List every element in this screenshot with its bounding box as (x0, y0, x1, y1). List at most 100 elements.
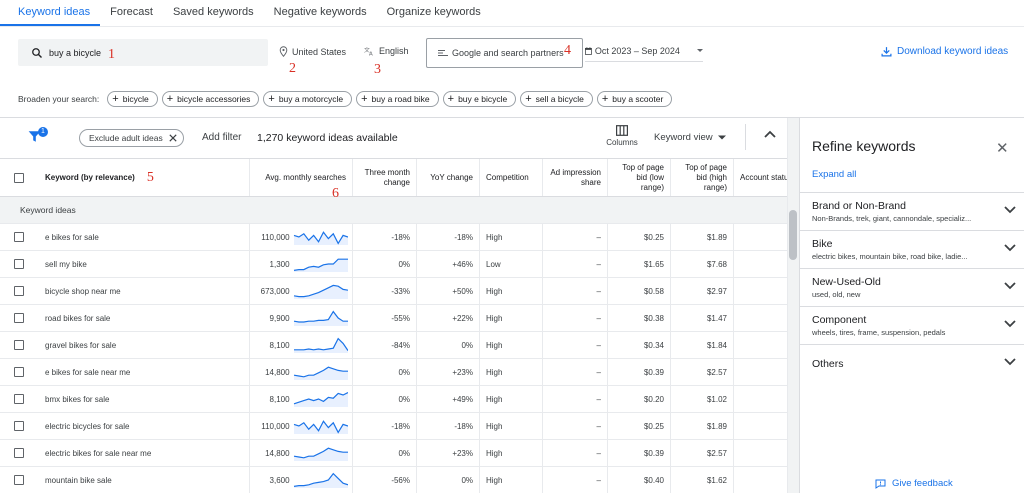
table-row[interactable]: e bikes for sale 110,000 -18% -18% High – $0.2… (0, 224, 787, 251)
competition-cell: High (480, 413, 543, 439)
refine-item-name: Bike (812, 238, 833, 250)
bid-high-value: $2.97 (706, 286, 727, 296)
keyword-value: electric bikes for sale near me (45, 448, 152, 458)
header-competition[interactable]: Competition (480, 159, 543, 196)
table-row[interactable]: mountain bike sale 3,600 -56% 0% High – $0.40 $… (0, 467, 787, 493)
broaden-chip[interactable]: + bicycle accessories (161, 91, 260, 107)
chevron-down-icon[interactable] (1004, 358, 1016, 366)
row-checkbox-cell[interactable] (0, 332, 37, 358)
broaden-chip[interactable]: + sell a bicycle (520, 91, 593, 107)
table-row[interactable]: gravel bikes for sale 8,100 -84% 0% High – $0.… (0, 332, 787, 359)
table-row[interactable]: road bikes for sale 9,900 -55% +22% High – $0.… (0, 305, 787, 332)
chip-label: bicycle accessories (177, 94, 251, 104)
row-checkbox-cell[interactable] (0, 359, 37, 385)
feedback-icon (875, 479, 886, 489)
network-selector[interactable]: Google and search partners (426, 38, 583, 68)
download-keyword-ideas-link[interactable]: Download keyword ideas (881, 46, 1008, 57)
close-icon[interactable] (169, 134, 177, 142)
broaden-chip[interactable]: + bicycle (107, 91, 158, 107)
competition-cell: High (480, 305, 543, 331)
chevron-down-icon[interactable] (1004, 206, 1016, 214)
row-checkbox[interactable] (13, 286, 24, 296)
header-ad-impression-share[interactable]: Ad impression share (543, 159, 608, 196)
row-checkbox-cell[interactable] (0, 251, 37, 277)
keyword-view-dropdown[interactable]: Keyword view (654, 132, 726, 143)
row-checkbox[interactable] (13, 313, 24, 323)
keyword-value: e bikes for sale (45, 232, 99, 242)
chevron-down-icon[interactable] (1004, 282, 1016, 290)
table-row[interactable]: electric bicycles for sale 110,000 -18% -18… (0, 413, 787, 440)
avg-searches-cell: 110,000 (250, 413, 353, 439)
refine-item[interactable]: New-Used-Old used, old, new (800, 268, 1024, 306)
close-icon[interactable]: ✕ (996, 139, 1009, 157)
header-bid-low[interactable]: Top of page bid (low range) (608, 159, 671, 196)
broaden-chip[interactable]: + buy e bicycle (442, 91, 517, 107)
table-row[interactable]: e bikes for sale near me 14,800 0% +23% High… (0, 359, 787, 386)
table-row[interactable]: electric bikes for sale near me 14,800 0% +… (0, 440, 787, 467)
header-bid-high[interactable]: Top of page bid (high range) (671, 159, 734, 196)
competition-value: High (486, 340, 503, 350)
row-checkbox[interactable] (13, 475, 24, 485)
row-checkbox[interactable] (13, 367, 24, 377)
exclude-adult-ideas-chip[interactable]: Exclude adult ideas (79, 129, 184, 147)
refine-item[interactable]: Brand or Non-Brand Non-Brands, trek, gian… (800, 192, 1024, 230)
tab-saved-keywords[interactable]: Saved keywords (163, 0, 264, 26)
table-row[interactable]: sell my bike 1,300 0% +46% Low – $1.65 $7.68 (0, 251, 787, 278)
row-checkbox-cell[interactable] (0, 278, 37, 304)
row-checkbox[interactable] (13, 232, 24, 242)
chevron-up-icon[interactable] (764, 130, 776, 138)
header-keyword[interactable]: Keyword (by relevance) 5 (37, 159, 250, 196)
header-high-label: Top of page bid (high range) (685, 162, 727, 192)
plus-icon: + (447, 92, 455, 105)
bid-low-value: $0.25 (643, 421, 664, 431)
row-checkbox[interactable] (13, 394, 24, 404)
header-account-status[interactable]: Account statu (734, 159, 787, 196)
select-all-checkbox[interactable] (13, 172, 24, 183)
row-checkbox[interactable] (13, 259, 24, 269)
row-checkbox-cell[interactable] (0, 386, 37, 412)
row-checkbox-cell[interactable] (0, 440, 37, 466)
tab-organize-keywords[interactable]: Organize keywords (377, 0, 491, 26)
row-checkbox-cell[interactable] (0, 224, 37, 250)
tab-forecast[interactable]: Forecast (100, 0, 163, 26)
select-all-checkbox-cell[interactable] (0, 159, 37, 196)
header-three-label: Three month change (364, 167, 410, 187)
bid-low-value: $1.65 (643, 259, 664, 269)
language-selector[interactable]: 文A English (364, 46, 408, 56)
bid-high-cell: $1.84 (671, 332, 734, 358)
row-checkbox[interactable] (13, 340, 24, 350)
date-range-selector[interactable]: Oct 2023 – Sep 2024 (585, 40, 703, 62)
scrollbar-thumb[interactable] (789, 210, 797, 260)
caret-down-icon (717, 135, 726, 140)
refine-item[interactable]: Bike electric bikes, mountain bike, road … (800, 230, 1024, 268)
broaden-chip[interactable]: + buy a road bike (356, 91, 439, 107)
table-scrollbar[interactable] (787, 118, 799, 493)
keyword-search-input[interactable] (49, 47, 229, 58)
header-yoy-change[interactable]: YoY change (417, 159, 480, 196)
keyword-search-box[interactable] (18, 39, 268, 66)
row-checkbox-cell[interactable] (0, 305, 37, 331)
table-row[interactable]: bmx bikes for sale 8,100 0% +49% High – $0.20 $… (0, 386, 787, 413)
refine-item[interactable]: Others (800, 344, 1024, 382)
tab-keyword-ideas[interactable]: Keyword ideas (0, 0, 101, 26)
row-checkbox[interactable] (13, 448, 24, 458)
row-checkbox-cell[interactable] (0, 467, 37, 493)
columns-button[interactable]: Columns (604, 125, 640, 147)
broaden-chip[interactable]: + buy a motorcycle (263, 91, 353, 107)
keyword-value: bicycle shop near me (45, 286, 121, 296)
add-filter-button[interactable]: Add filter (202, 132, 241, 143)
header-avg-monthly-searches[interactable]: Avg. monthly searches 6 (250, 159, 353, 201)
refine-item[interactable]: Component wheels, tires, frame, suspensio… (800, 306, 1024, 344)
row-checkbox-cell[interactable] (0, 413, 37, 439)
bid-low-value: $0.20 (643, 394, 664, 404)
table-row[interactable]: bicycle shop near me 673,000 -33% +50% High –… (0, 278, 787, 305)
chevron-down-icon[interactable] (1004, 320, 1016, 328)
expand-all-link[interactable]: Expand all (812, 169, 856, 180)
row-checkbox[interactable] (13, 421, 24, 431)
tab-negative-keywords[interactable]: Negative keywords (264, 0, 377, 26)
give-feedback-link[interactable]: Give feedback (875, 478, 953, 489)
chevron-down-icon[interactable] (1004, 244, 1016, 252)
header-three-month-change[interactable]: Three month change (353, 159, 417, 196)
broaden-chip[interactable]: + buy a scooter (596, 91, 673, 107)
location-selector[interactable]: United States (279, 46, 346, 57)
